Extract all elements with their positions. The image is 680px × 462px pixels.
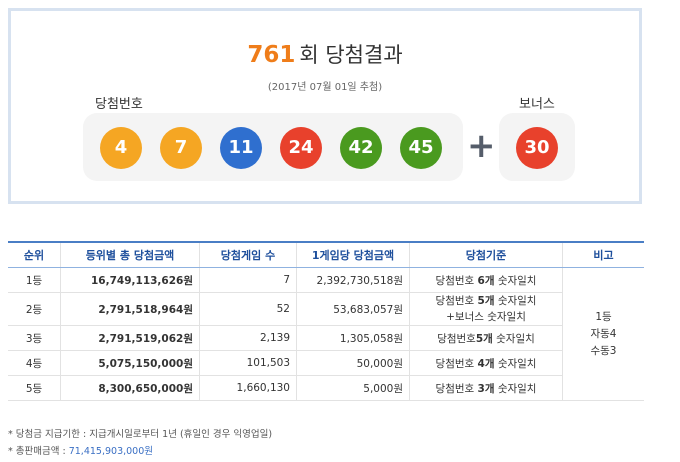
criteria-cell: 당첨번호 5개 숫자일치 +보너스 숫자일치 (409, 292, 563, 326)
criteria-count: 4개 (477, 357, 495, 370)
prize-table: 순위 등위별 총 당첨금액 당첨게임 수 1게임당 당첨금액 당첨기준 비고 1… (8, 241, 644, 401)
per-game-amount-cell: 1,305,058원 (296, 325, 410, 351)
winning-games-cell: 7 (199, 267, 297, 293)
total-amount-cell: 16,749,113,626원 (60, 267, 200, 293)
lotto-ball-3: 11 (220, 127, 262, 169)
winning-games-cell: 52 (199, 292, 297, 326)
note-line: 1등 (595, 310, 612, 323)
rank-cell: 4등 (8, 350, 61, 376)
criteria-count: 3개 (477, 382, 495, 395)
winning-numbers-group: 4 7 11 24 42 45 (83, 113, 463, 181)
total-amount-cell: 2,791,519,062원 (60, 325, 200, 351)
draw-date: (2017년 07월 01일 추첨) (267, 82, 383, 93)
table-row: 5등 8,300,650,000원 1,660,130 5,000원 당첨번호 … (8, 375, 644, 401)
header-winning-games: 당첨게임 수 (199, 241, 297, 268)
criteria-cell: 당첨번호5개 숫자일치 (409, 325, 563, 351)
criteria-cell: 당첨번호 3개 숫자일치 (409, 375, 563, 401)
header-rank: 순위 (8, 241, 61, 268)
footnotes: * 당첨금 지급기한 : 지급개시일로부터 1년 (휴일인 경우 익영업일) *… (8, 426, 272, 460)
criteria-line-1: 당첨번호 5개 숫자일치 (416, 293, 556, 309)
bonus-number-group: 30 (499, 113, 575, 181)
bonus-ball: 30 (516, 127, 558, 169)
criteria-prefix: 당첨번호 (435, 357, 478, 370)
rank-cell: 3등 (8, 325, 61, 351)
table-row: 4등 5,075,150,000원 101,503 50,000원 당첨번호 4… (8, 350, 644, 376)
header-per-game-amount: 1게임당 당첨금액 (296, 241, 410, 268)
criteria-prefix: 당첨번호 (435, 382, 478, 395)
criteria-prefix: 당첨번호 (437, 332, 476, 345)
per-game-amount-cell: 50,000원 (296, 350, 410, 376)
criteria-suffix: 숫자일치 (492, 332, 535, 345)
winning-games-cell: 2,139 (199, 325, 297, 351)
note-line: 수동3 (590, 344, 617, 357)
criteria-suffix: 숫자일치 (494, 357, 537, 370)
criteria-suffix: 숫자일치 (494, 295, 537, 307)
criteria-count: 6개 (477, 274, 495, 287)
header-criteria: 당첨기준 (409, 241, 563, 268)
lotto-ball-1: 4 (100, 127, 142, 169)
total-sales-label: * 총판매금액 : (8, 446, 69, 457)
criteria-suffix: 숫자일치 (494, 382, 537, 395)
total-sales-note: * 총판매금액 : 71,415,903,000원 (8, 443, 272, 460)
draw-result-panel: 761 회 당첨결과 (2017년 07월 01일 추첨) 당첨번호 보너스 4 … (8, 8, 642, 204)
winning-games-cell: 101,503 (199, 350, 297, 376)
rank-cell: 2등 (8, 292, 61, 326)
round-number: 761 (247, 42, 296, 68)
round-title-suffix: 회 당첨결과 (299, 43, 403, 67)
criteria-count: 5개 (477, 295, 495, 307)
note-line: 자동4 (590, 327, 617, 340)
plus-icon: + (467, 126, 496, 166)
lotto-ball-6: 45 (400, 127, 442, 169)
note-cell: 1등 자동4 수동3 (562, 267, 644, 401)
per-game-amount-cell: 2,392,730,518원 (296, 267, 410, 293)
lotto-ball-2: 7 (160, 127, 202, 169)
total-amount-cell: 8,300,650,000원 (60, 375, 200, 401)
payment-deadline-note: * 당첨금 지급기한 : 지급개시일로부터 1년 (휴일인 경우 익영업일) (8, 429, 273, 440)
table-row: 1등 16,749,113,626원 7 2,392,730,518원 당첨번호… (8, 267, 644, 401)
winning-games-cell: 1,660,130 (199, 375, 297, 401)
per-game-amount-cell: 5,000원 (296, 375, 410, 401)
per-game-amount-cell: 53,683,057원 (296, 292, 410, 326)
winning-numbers-label: 당첨번호 (95, 97, 143, 112)
criteria-count: 5개 (475, 332, 493, 345)
total-amount-cell: 2,791,518,964원 (60, 292, 200, 326)
table-row: 3등 2,791,519,062원 2,139 1,305,058원 당첨번호5… (8, 325, 644, 351)
lotto-ball-5: 42 (340, 127, 382, 169)
total-sales-amount: 71,415,903,000원 (68, 446, 154, 457)
criteria-suffix: 숫자일치 (494, 274, 537, 287)
header-note: 비고 (562, 241, 644, 268)
rank-cell: 1등 (8, 267, 61, 293)
criteria-cell: 당첨번호 6개 숫자일치 (409, 267, 563, 293)
page-title: 761 회 당첨결과 (11, 39, 639, 69)
criteria-prefix: 당첨번호 (435, 295, 478, 307)
prize-table-header: 순위 등위별 총 당첨금액 당첨게임 수 1게임당 당첨금액 당첨기준 비고 (8, 241, 644, 268)
table-row: 2등 2,791,518,964원 52 53,683,057원 당첨번호 5개… (8, 292, 644, 326)
rank-cell: 5등 (8, 375, 61, 401)
total-amount-cell: 5,075,150,000원 (60, 350, 200, 376)
header-total-amount: 등위별 총 당첨금액 (60, 241, 200, 268)
criteria-prefix: 당첨번호 (435, 274, 478, 287)
criteria-line-2: +보너스 숫자일치 (446, 311, 526, 323)
criteria-cell: 당첨번호 4개 숫자일치 (409, 350, 563, 376)
lotto-ball-4: 24 (280, 127, 322, 169)
bonus-label: 보너스 (519, 97, 555, 112)
